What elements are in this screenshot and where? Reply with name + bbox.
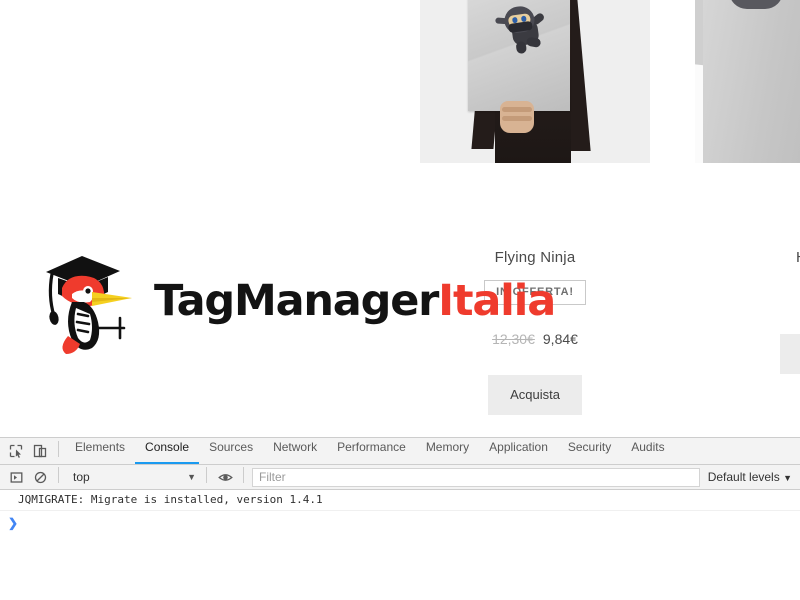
- web-page-viewport: Flying Ninja IN OFFERTA! 12,30€ 9,84€ Acq…: [0, 0, 800, 437]
- console-levels-label: Default levels: [707, 470, 780, 484]
- devtools-panel: Elements Console Sources Network Perform…: [0, 437, 800, 600]
- filterbar-divider-1: [58, 466, 59, 483]
- tab-performance[interactable]: Performance: [327, 437, 416, 464]
- toolbar-divider: [58, 440, 59, 457]
- price-sale: 9,84€: [542, 331, 578, 347]
- screenshot-root: Flying Ninja IN OFFERTA! 12,30€ 9,84€ Acq…: [0, 0, 800, 600]
- buy-button[interactable]: Acquista: [488, 375, 582, 415]
- buy-button[interactable]: Ac: [780, 334, 800, 374]
- tab-application[interactable]: Application: [479, 437, 558, 464]
- woodpecker-graduation-cap-icon: [46, 256, 132, 354]
- console-levels-select[interactable]: Default levels ▼: [708, 470, 794, 484]
- console-context-select[interactable]: top ▼: [65, 468, 200, 487]
- console-filter-bar: top ▼ Filter Default levels ▼: [0, 465, 800, 490]
- logo-wordmark: TagManagerItalia: [154, 276, 556, 326]
- filterbar-divider-3: [243, 466, 244, 483]
- console-context-value: top: [73, 470, 90, 484]
- product-card-happy-ninja[interactable]: Hap 1 Ac: [695, 0, 800, 374]
- console-prompt-row[interactable]: ❯: [0, 511, 800, 535]
- filterbar-divider-2: [206, 466, 207, 483]
- product-price: 1: [695, 288, 800, 304]
- console-filter-input[interactable]: Filter: [252, 467, 700, 487]
- tab-elements[interactable]: Elements: [65, 437, 135, 464]
- console-message: JQMIGRATE: Migrate is installed, version…: [0, 490, 800, 511]
- console-sidebar-icon[interactable]: [4, 464, 28, 490]
- tab-sources[interactable]: Sources: [199, 437, 263, 464]
- devtools-tabbar: Elements Console Sources Network Perform…: [0, 438, 800, 465]
- tab-memory[interactable]: Memory: [416, 437, 479, 464]
- devtools-tab-list: Elements Console Sources Network Perform…: [65, 437, 675, 464]
- product-image-flying-ninja[interactable]: [420, 0, 650, 163]
- chevron-down-icon: ▼: [783, 473, 792, 483]
- tab-audits[interactable]: Audits: [621, 437, 674, 464]
- prompt-chevron-icon: ❯: [8, 516, 19, 530]
- tab-console[interactable]: Console: [135, 437, 200, 464]
- tab-security[interactable]: Security: [558, 437, 621, 464]
- inspect-element-icon[interactable]: [4, 438, 28, 464]
- console-output[interactable]: JQMIGRATE: Migrate is installed, version…: [0, 490, 800, 535]
- ninja-illustration-icon: [493, 1, 556, 60]
- clear-console-icon[interactable]: [28, 464, 52, 490]
- product-image-tshirt[interactable]: [695, 0, 800, 163]
- logo-wordmark-red: Italia: [438, 276, 556, 326]
- logo-wordmark-dark: TagManager: [154, 276, 439, 326]
- product-title: Hap: [695, 249, 800, 266]
- chevron-down-icon: ▼: [187, 472, 196, 482]
- live-expression-eye-icon[interactable]: [213, 464, 237, 490]
- tab-network[interactable]: Network: [263, 437, 327, 464]
- device-toolbar-icon[interactable]: [28, 438, 52, 464]
- price-original: 12,30€: [492, 331, 535, 347]
- site-logo[interactable]: TagManagerItalia: [28, 244, 556, 356]
